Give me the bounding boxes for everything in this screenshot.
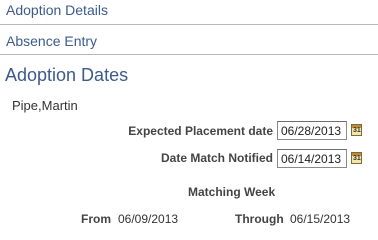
date-match-notified-label: Date Match Notified [160,151,273,165]
expected-placement-date-input[interactable] [277,121,347,140]
from-value: 06/09/2013 [118,212,179,226]
absence-entry-link[interactable]: Absence Entry [6,33,97,49]
employee-name: Pipe,Martin [12,98,78,113]
from-label: From [81,212,111,226]
section-title: Adoption Dates [5,65,129,85]
calendar-icon-glyph: 31 [353,127,361,134]
through-label: Through [235,212,284,226]
through-value: 06/15/2013 [290,212,351,226]
date-match-notified-input[interactable] [277,149,347,168]
calendar-icon[interactable]: 31 [351,124,362,136]
adoption-details-link[interactable]: Adoption Details [6,2,108,18]
separator [0,54,378,55]
expected-placement-date-label: Expected Placement date [128,124,273,138]
matching-week-heading: Matching Week [188,185,276,199]
calendar-icon-glyph: 31 [353,155,361,162]
calendar-icon[interactable]: 31 [351,152,362,164]
separator [0,24,378,25]
